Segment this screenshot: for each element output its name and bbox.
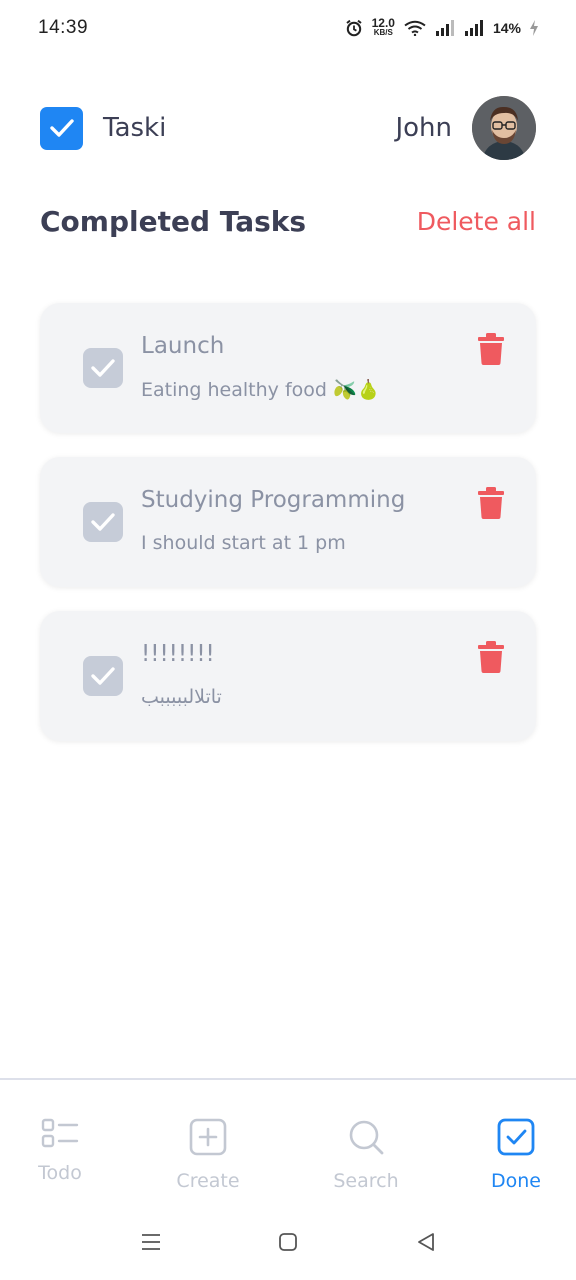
status-bar: 14:39 12.0 KB/S 14% <box>0 0 576 56</box>
app-name: Taski <box>103 113 167 143</box>
user-profile[interactable]: John <box>395 96 536 160</box>
delete-all-button[interactable]: Delete all <box>417 207 536 236</box>
network-speed-value: 12.0 <box>371 16 395 30</box>
bottom-nav: Todo Create Search Done <box>0 1078 576 1208</box>
network-speed-unit: KB/S <box>373 28 393 37</box>
task-list: Launch Eating healthy food 🫒🍐 Studying P… <box>40 303 536 765</box>
task-card[interactable]: Studying Programming I should start at 1… <box>40 457 536 587</box>
nav-label-done: Done <box>491 1170 541 1192</box>
list-icon <box>41 1118 79 1152</box>
check-square-icon <box>497 1118 535 1160</box>
app-header: Taski John <box>40 96 536 160</box>
page-title: Completed Tasks <box>40 205 307 238</box>
nav-create[interactable]: Create <box>148 1118 268 1192</box>
task-checkbox[interactable] <box>83 502 123 542</box>
brand: Taski <box>40 106 167 150</box>
task-title: Launch <box>141 333 225 359</box>
avatar[interactable] <box>472 96 536 160</box>
trash-icon[interactable] <box>478 641 504 673</box>
task-checkbox[interactable] <box>83 348 123 388</box>
task-card[interactable]: !!!!!!!! تاتلالبببببب <box>40 611 536 741</box>
charging-icon <box>530 20 538 36</box>
nav-search[interactable]: Search <box>306 1118 426 1192</box>
signal-icon-2 <box>464 20 484 36</box>
system-nav-bar <box>0 1210 576 1280</box>
nav-label-search: Search <box>333 1170 399 1192</box>
user-name: John <box>395 113 452 143</box>
wifi-icon <box>404 20 426 36</box>
alarm-icon <box>345 19 363 37</box>
signal-icon-1 <box>435 20 455 36</box>
task-description: Eating healthy food 🫒🍐 <box>141 379 381 401</box>
status-time: 14:39 <box>38 17 89 38</box>
status-icons: 12.0 KB/S 14% <box>345 16 538 38</box>
network-speed: 12.0 KB/S <box>371 16 395 38</box>
trash-icon[interactable] <box>478 333 504 365</box>
section-header: Completed Tasks Delete all <box>40 205 536 238</box>
task-description: I should start at 1 pm <box>141 532 346 554</box>
trash-icon[interactable] <box>478 487 504 519</box>
task-checkbox[interactable] <box>83 656 123 696</box>
search-icon <box>347 1118 385 1160</box>
nav-label-todo: Todo <box>38 1162 82 1184</box>
nav-done[interactable]: Done <box>456 1118 576 1192</box>
home-icon[interactable] <box>278 1232 298 1256</box>
back-icon[interactable] <box>416 1232 436 1256</box>
task-title: Studying Programming <box>141 487 406 513</box>
nav-todo[interactable]: Todo <box>0 1118 120 1184</box>
task-card[interactable]: Launch Eating healthy food 🫒🍐 <box>40 303 536 433</box>
task-description: تاتلالبببببب <box>141 686 222 708</box>
app-logo-check-icon <box>40 106 83 150</box>
menu-icon[interactable] <box>141 1232 161 1256</box>
task-title: !!!!!!!! <box>141 641 215 667</box>
battery-level: 14% <box>492 20 521 36</box>
plus-square-icon <box>189 1118 227 1160</box>
nav-label-create: Create <box>176 1170 240 1192</box>
